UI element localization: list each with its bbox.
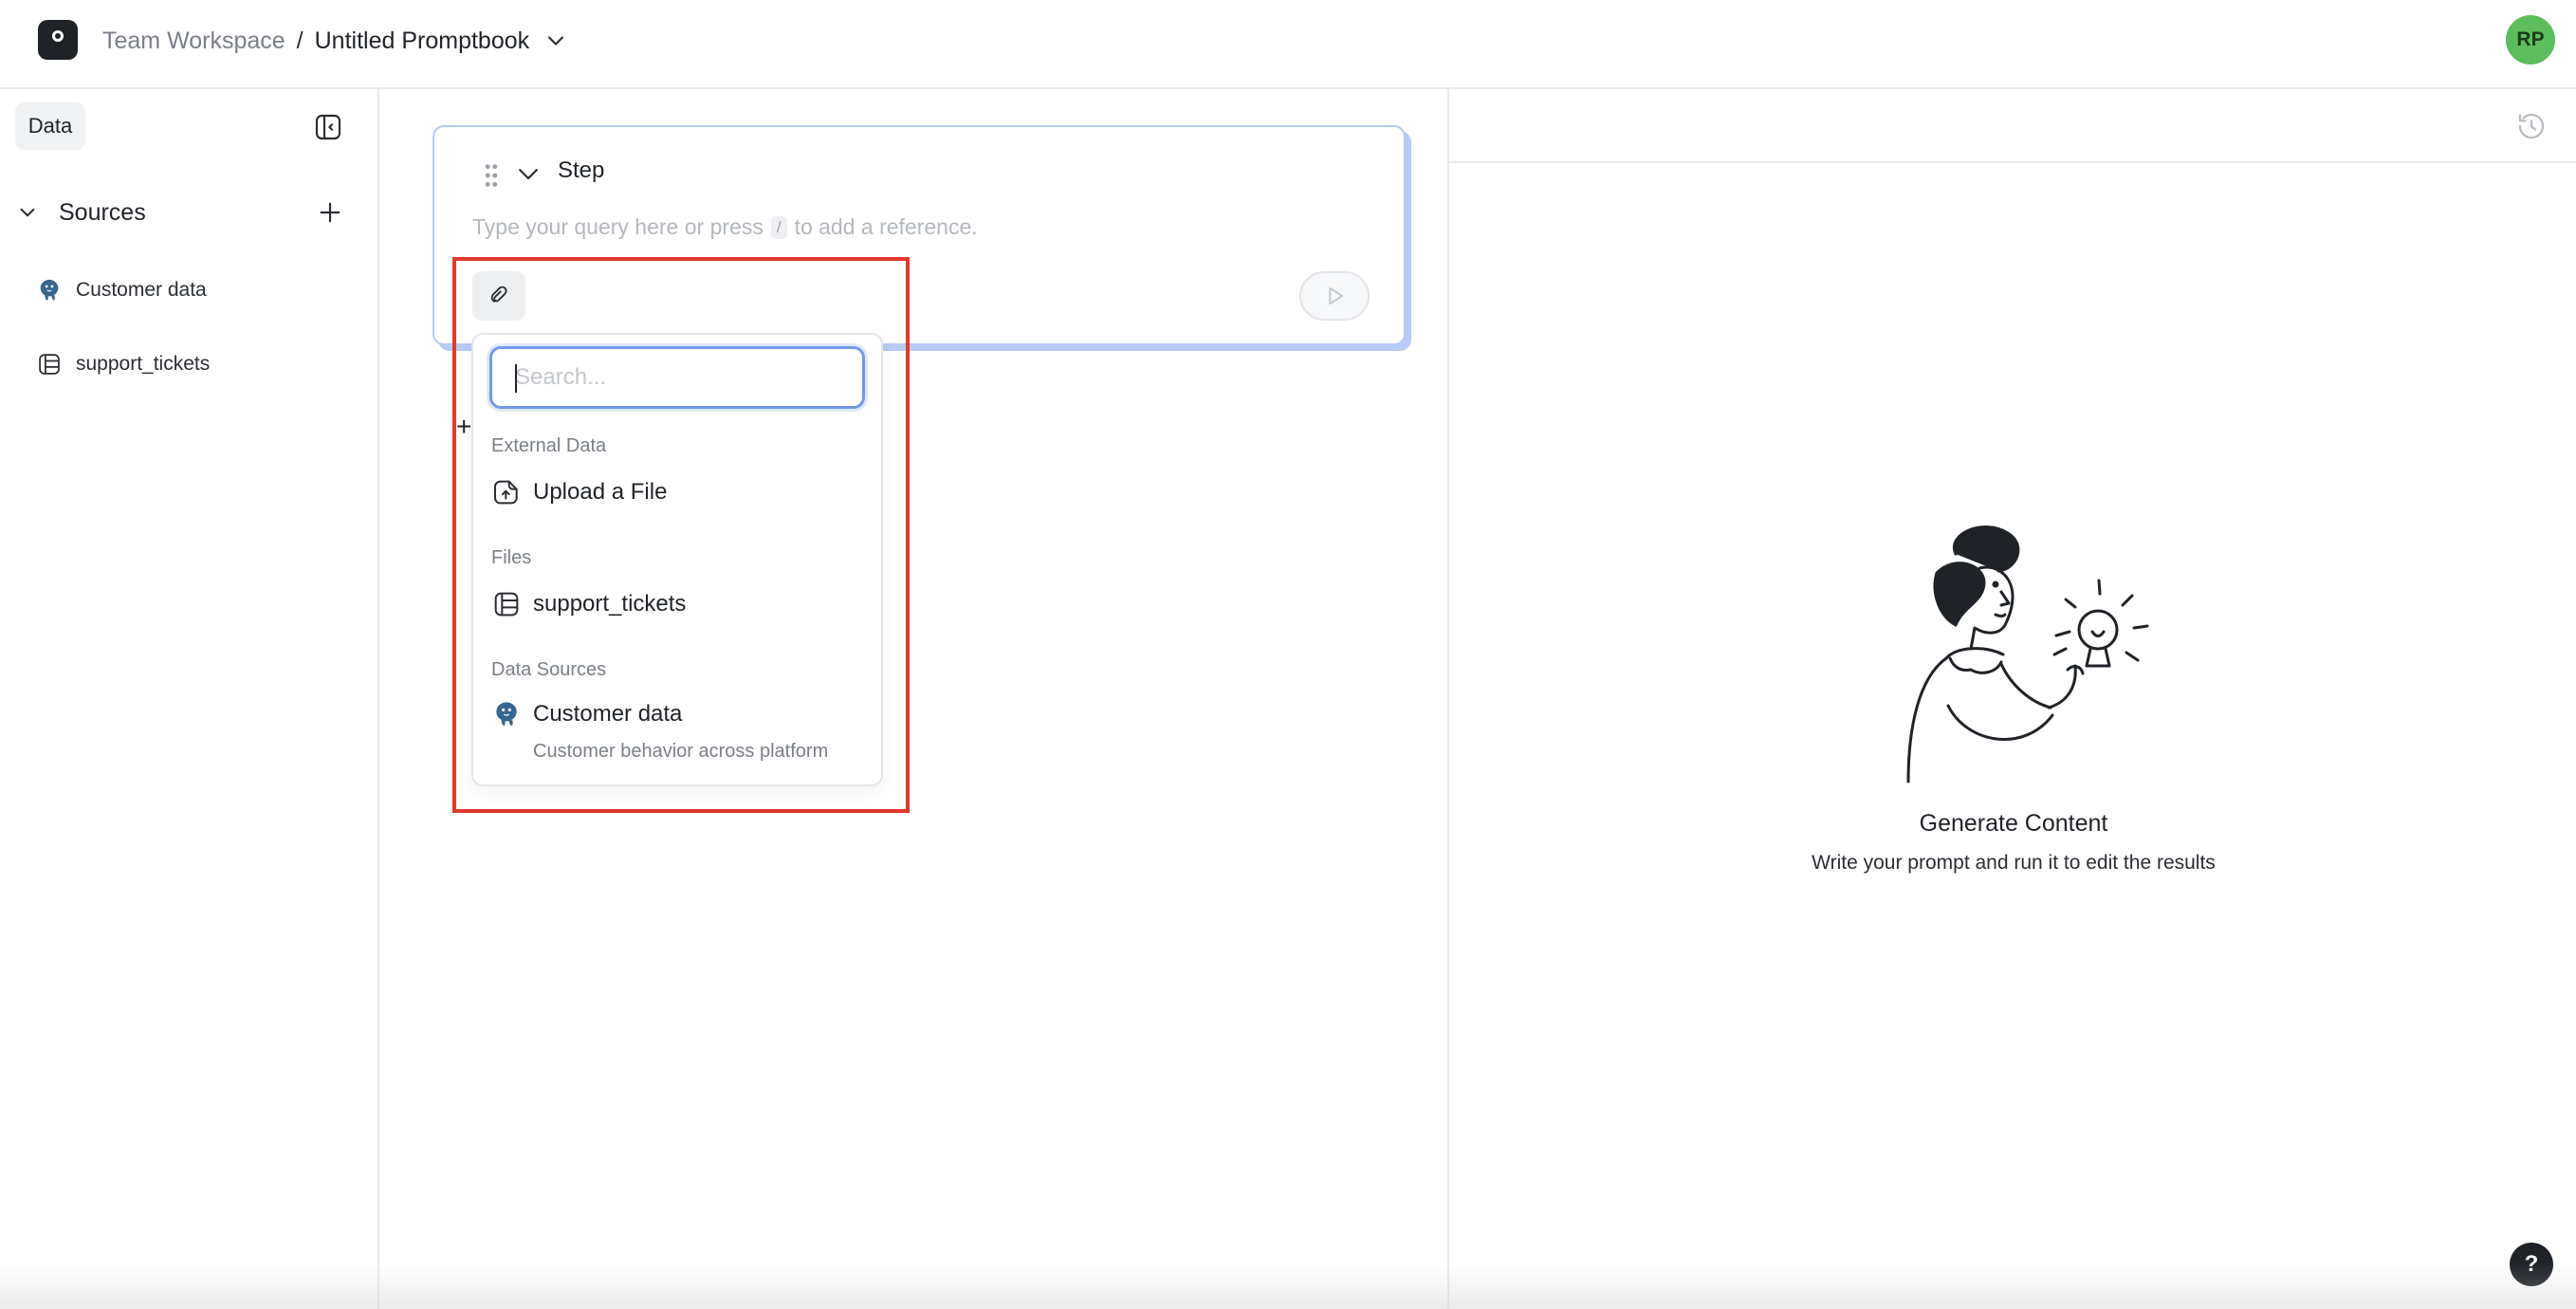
breadcrumb-separator: / bbox=[296, 27, 304, 54]
sidebar: Data Sources Customer data support_ticke… bbox=[0, 89, 379, 1309]
table-icon bbox=[39, 354, 60, 375]
upload-file-icon bbox=[494, 480, 518, 505]
play-icon bbox=[1329, 286, 1344, 305]
slash-key-hint: / bbox=[770, 215, 787, 239]
add-reference-button[interactable] bbox=[472, 271, 525, 321]
table-icon bbox=[494, 592, 519, 617]
menu-item-label: support_tickets bbox=[533, 591, 687, 617]
menu-item-support-tickets[interactable]: support_tickets bbox=[491, 589, 686, 619]
breadcrumb-promptbook[interactable]: Untitled Promptbook bbox=[315, 28, 530, 55]
breadcrumb: Team Workspace / Untitled Promptbook bbox=[102, 25, 569, 57]
query-placeholder-after: to add a reference. bbox=[794, 214, 978, 239]
results-panel: Generate Content Write your prompt and r… bbox=[1447, 89, 2576, 1309]
results-toolbar bbox=[1449, 89, 2576, 163]
collapse-sidebar-icon[interactable] bbox=[313, 112, 343, 142]
empty-state-subtitle: Write your prompt and run it to edit the… bbox=[1812, 852, 2216, 874]
empty-state-title: Generate Content bbox=[1919, 810, 2108, 837]
sidebar-item-label: Customer data bbox=[76, 279, 207, 301]
postgres-icon bbox=[40, 279, 59, 301]
postgres-icon bbox=[496, 702, 517, 726]
chevron-down-icon[interactable] bbox=[543, 28, 569, 54]
history-icon[interactable] bbox=[2515, 110, 2548, 142]
query-input[interactable]: Type your query here or press / to add a… bbox=[472, 214, 978, 240]
search-input[interactable] bbox=[492, 349, 862, 406]
menu-item-upload-file[interactable]: Upload a File bbox=[491, 477, 667, 507]
add-source-icon[interactable] bbox=[315, 197, 345, 228]
menu-item-customer-data[interactable]: Customer data bbox=[491, 699, 682, 729]
drag-handle-icon[interactable] bbox=[482, 161, 501, 190]
reference-dropdown: External Data Upload a File Files suppor… bbox=[471, 333, 883, 786]
text-caret bbox=[515, 364, 517, 393]
run-step-button[interactable] bbox=[1299, 271, 1370, 321]
app-logo[interactable] bbox=[38, 20, 78, 60]
top-header: Team Workspace / Untitled Promptbook RP bbox=[0, 0, 2576, 89]
group-label-data-sources: Data Sources bbox=[491, 659, 607, 680]
step-card: Step Type your query here or press / to … bbox=[432, 125, 1406, 345]
step-title: Step bbox=[558, 157, 605, 183]
chevron-down-icon[interactable] bbox=[15, 200, 40, 225]
paperclip-icon bbox=[490, 286, 507, 303]
dropdown-search[interactable] bbox=[489, 346, 865, 409]
tab-data[interactable]: Data bbox=[15, 102, 85, 150]
sources-section-header[interactable]: Sources bbox=[15, 194, 366, 231]
sidebar-item-support-tickets[interactable]: support_tickets bbox=[36, 345, 210, 383]
sources-label: Sources bbox=[59, 198, 146, 226]
add-step-button[interactable]: + bbox=[456, 412, 471, 442]
sidebar-item-customer-data[interactable]: Customer data bbox=[36, 271, 207, 309]
breadcrumb-workspace[interactable]: Team Workspace bbox=[102, 28, 285, 55]
chevron-down-icon[interactable] bbox=[514, 159, 543, 188]
menu-item-label: Upload a File bbox=[533, 479, 668, 505]
query-placeholder-before: Type your query here or press bbox=[472, 214, 764, 239]
idea-illustration bbox=[1906, 525, 2149, 784]
user-avatar[interactable]: RP bbox=[2506, 15, 2555, 65]
help-button[interactable]: ? bbox=[2510, 1243, 2553, 1286]
group-label-external-data: External Data bbox=[491, 435, 607, 456]
menu-item-label: Customer data bbox=[533, 701, 683, 727]
group-label-files: Files bbox=[491, 547, 532, 568]
menu-item-subtitle: Customer behavior across platform bbox=[533, 741, 829, 762]
sidebar-item-label: support_tickets bbox=[76, 353, 211, 375]
